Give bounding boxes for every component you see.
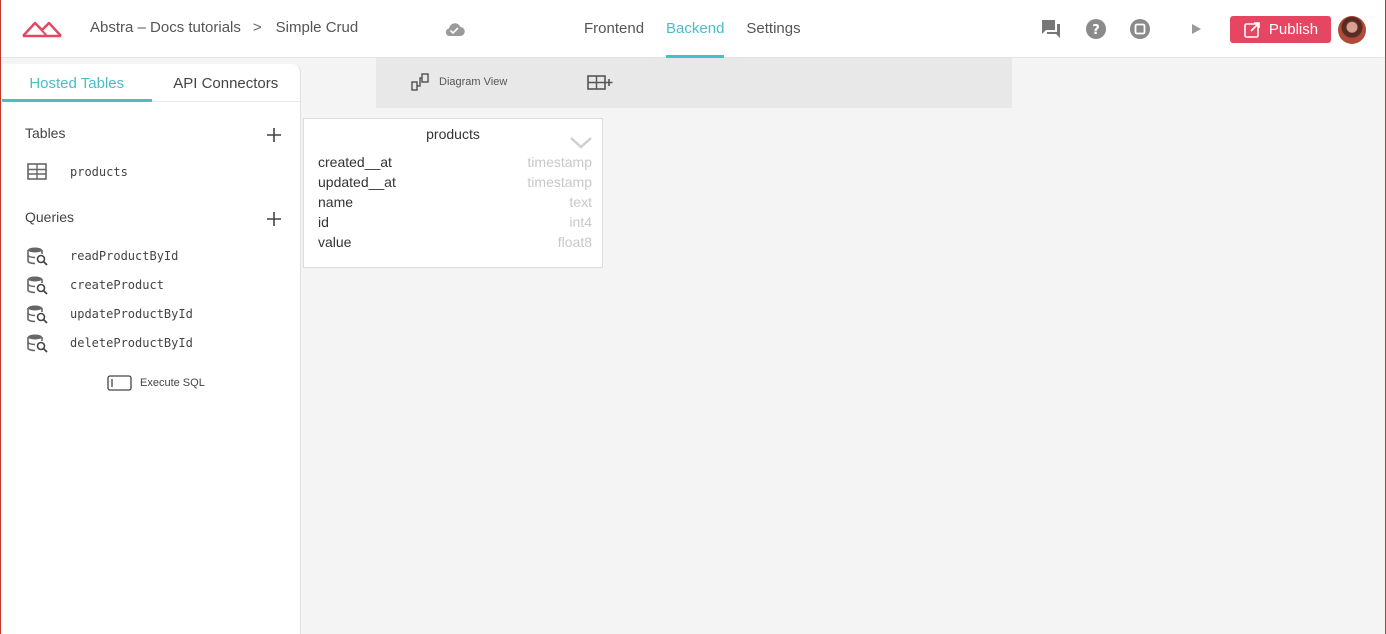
sidebar: Hosted Tables API Connectors Tables prod… <box>2 64 301 634</box>
execute-sql-button[interactable]: Execute SQL <box>107 375 205 391</box>
table-card-title: products <box>426 126 480 142</box>
query-item-read-product-by-id[interactable]: readProductById <box>25 244 178 268</box>
play-icon[interactable] <box>1186 18 1208 40</box>
add-query-plus-icon[interactable] <box>265 210 283 228</box>
table-field-row: name text <box>318 194 592 214</box>
breadcrumb: Abstra – Docs tutorials > Simple Crud <box>90 19 358 36</box>
sidebar-tabs: Hosted Tables API Connectors <box>2 64 300 102</box>
help-icon[interactable]: ? <box>1085 18 1107 40</box>
main-nav-tabs: Frontend Backend Settings <box>584 0 823 58</box>
diagram-view-label: Diagram View <box>439 76 508 88</box>
table-field-row: created__at timestamp <box>318 154 592 174</box>
add-table-button[interactable] <box>587 74 613 92</box>
table-field-row: id int4 <box>318 214 592 234</box>
field-type: text <box>569 194 592 210</box>
query-item-create-product[interactable]: createProduct <box>25 273 164 297</box>
table-field-row: updated__at timestamp <box>318 174 592 194</box>
database-search-icon <box>27 247 48 266</box>
query-item-label: createProduct <box>70 278 164 292</box>
database-search-icon <box>27 305 48 324</box>
field-name: name <box>318 194 354 210</box>
database-search-icon <box>27 334 48 353</box>
tab-backend[interactable]: Backend <box>666 0 725 58</box>
diagram-view-button[interactable]: Diagram View <box>411 72 507 92</box>
breadcrumb-project[interactable]: Abstra – Docs tutorials <box>90 19 241 36</box>
svg-text:?: ? <box>1092 23 1100 38</box>
breadcrumb-separator: > <box>252 19 262 36</box>
tab-frontend[interactable]: Frontend <box>584 0 644 58</box>
abstra-logo-icon[interactable] <box>21 18 63 40</box>
tables-section-title: Tables <box>25 125 66 141</box>
queries-section-title: Queries <box>25 209 75 225</box>
tab-settings[interactable]: Settings <box>746 0 800 58</box>
field-name: id <box>318 214 329 230</box>
chat-icon[interactable] <box>1040 18 1062 40</box>
tab-hosted-tables[interactable]: Hosted Tables <box>2 64 152 102</box>
table-icon <box>27 163 47 180</box>
query-item-label: deleteProductById <box>70 336 193 350</box>
diagram-icon <box>411 73 429 91</box>
field-name: created__at <box>318 154 392 170</box>
chevron-down-icon[interactable] <box>568 135 594 151</box>
diagram-toolbar: Diagram View <box>376 58 1012 108</box>
user-avatar[interactable] <box>1338 16 1366 44</box>
table-field-row: value float8 <box>318 234 592 254</box>
field-type: float8 <box>557 234 592 250</box>
query-item-delete-product-by-id[interactable]: deleteProductById <box>25 331 193 355</box>
top-bar: Abstra – Docs tutorials > Simple Crud Fr… <box>1 0 1385 58</box>
breadcrumb-page[interactable]: Simple Crud <box>276 19 359 36</box>
field-name: updated__at <box>318 174 396 190</box>
execute-sql-label: Execute SQL <box>140 377 205 389</box>
terminal-icon <box>107 375 132 391</box>
query-item-label: updateProductById <box>70 307 193 321</box>
publish-label: Publish <box>1268 21 1319 38</box>
cloud-saved-icon <box>445 23 465 37</box>
query-item-update-product-by-id[interactable]: updateProductById <box>25 302 193 326</box>
tab-api-connectors[interactable]: API Connectors <box>152 64 301 101</box>
field-name: value <box>318 234 352 250</box>
table-card-products[interactable]: products created__at timestamp updated__… <box>303 118 603 268</box>
database-search-icon <box>27 276 48 295</box>
table-item-label: products <box>70 165 128 179</box>
field-type: int4 <box>569 214 592 230</box>
open-external-icon <box>1244 21 1260 38</box>
table-item-products[interactable]: products <box>25 160 128 184</box>
stop-icon[interactable] <box>1129 18 1151 40</box>
table-add-icon <box>587 75 613 90</box>
query-item-label: readProductById <box>70 249 179 263</box>
publish-button[interactable]: Publish <box>1230 16 1331 43</box>
add-table-plus-icon[interactable] <box>265 126 283 144</box>
field-type: timestamp <box>527 174 592 190</box>
field-type: timestamp <box>527 154 592 170</box>
